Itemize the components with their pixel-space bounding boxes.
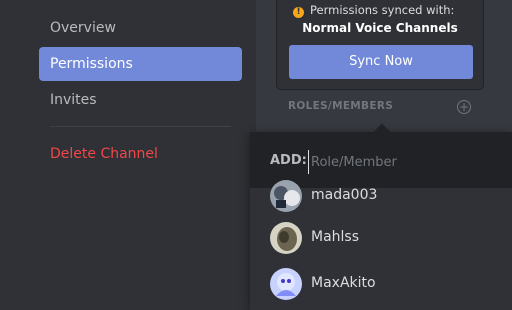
sync-message: ! Permissions synced with:	[293, 3, 454, 18]
role-member-search-input[interactable]	[308, 150, 503, 174]
sync-now-button[interactable]: Sync Now	[289, 45, 473, 79]
sidebar-item-delete-channel[interactable]: Delete Channel	[39, 137, 242, 171]
avatar	[270, 180, 302, 212]
member-name: mada003	[311, 187, 378, 203]
synced-channel-name: Normal Voice Channels	[302, 21, 458, 35]
sidebar-divider	[50, 126, 231, 127]
add-label: ADD:	[270, 153, 307, 168]
sidebar-item-permissions[interactable]: Permissions	[39, 47, 242, 81]
sidebar-item-invites[interactable]: Invites	[39, 83, 242, 117]
plus-circle-icon[interactable]: +	[457, 100, 471, 114]
warning-icon: !	[293, 7, 304, 18]
member-name: Mahlss	[311, 229, 360, 245]
avatar	[270, 268, 302, 300]
avatar	[270, 222, 302, 254]
roles-members-header: ROLES/MEMBERS	[288, 100, 394, 112]
sidebar-item-overview[interactable]: Overview	[39, 11, 242, 45]
member-name: MaxAkito	[311, 275, 376, 291]
sync-notice-card: ! Permissions synced with: Normal Voice C…	[276, 0, 484, 90]
settings-sidebar: Overview Permissions Invites Delete Chan…	[0, 0, 256, 310]
sync-message-text: Permissions synced with:	[310, 3, 455, 17]
add-role-member-popup: ADD: mada003 Mahlss	[250, 123, 512, 310]
